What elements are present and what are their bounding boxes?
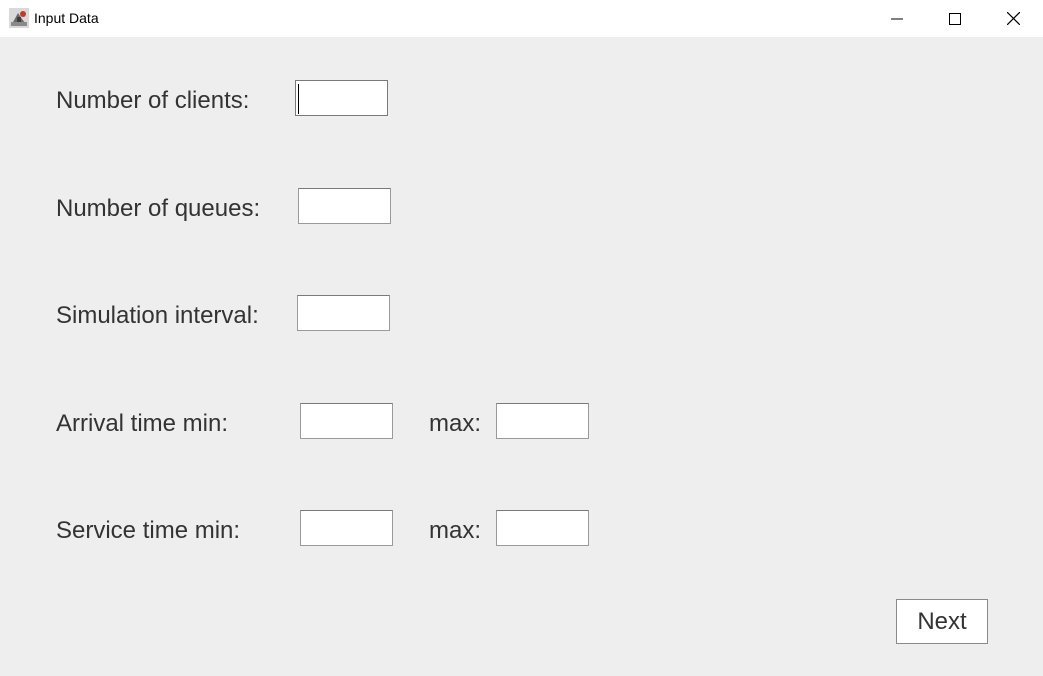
form-panel: Number of clients: Number of queues: Sim… [0, 37, 1043, 676]
title-bar: Input Data [0, 0, 1043, 37]
clients-input[interactable] [295, 80, 388, 116]
service-max-input[interactable] [496, 510, 589, 546]
text-caret [298, 84, 299, 114]
arrival-min-input[interactable] [300, 403, 393, 439]
interval-input[interactable] [297, 295, 390, 331]
arrival-min-label: Arrival time min: [56, 410, 229, 437]
service-min-label: Service time min: [56, 517, 241, 544]
service-max-label: max: [429, 517, 482, 544]
close-icon [1006, 12, 1020, 25]
next-button[interactable]: Next [896, 599, 988, 644]
maximize-icon [949, 12, 961, 25]
interval-label: Simulation interval: [56, 302, 259, 329]
close-button[interactable] [984, 0, 1042, 37]
minimize-button[interactable] [868, 0, 926, 37]
java-app-icon [9, 8, 29, 28]
queues-input[interactable] [298, 188, 391, 224]
arrival-max-input[interactable] [496, 403, 589, 439]
clients-label: Number of clients: [56, 87, 250, 114]
queues-label: Number of queues: [56, 195, 261, 222]
arrival-max-label: max: [429, 410, 482, 437]
minimize-icon [891, 18, 903, 19]
maximize-button[interactable] [926, 0, 984, 37]
window-title: Input Data [34, 10, 99, 26]
service-min-input[interactable] [300, 510, 393, 546]
